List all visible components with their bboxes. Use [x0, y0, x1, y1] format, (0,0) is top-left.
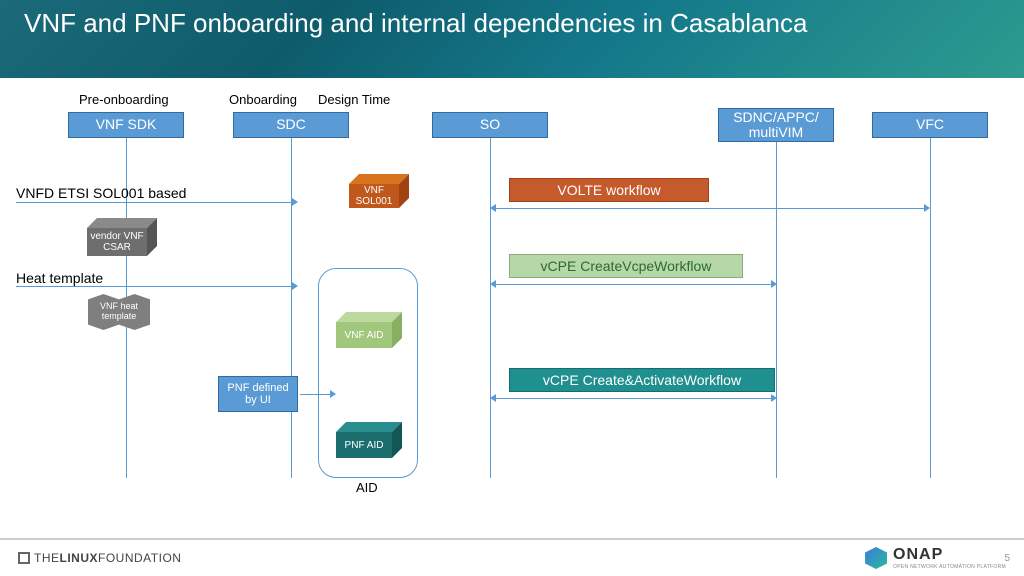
workflow-volte: VOLTE workflow	[509, 178, 709, 202]
label-heat-template: Heat template	[16, 270, 103, 286]
workflow-vcpe-create: vCPE CreateVcpeWorkflow	[509, 254, 743, 278]
lifeline-vfc	[930, 138, 931, 478]
box-vfc: VFC	[872, 112, 988, 138]
arrow-vcpe-create	[496, 284, 771, 285]
linux-square-icon	[18, 552, 30, 564]
box-pnf-ui: PNF defined by UI	[218, 376, 298, 412]
linux-the: THE	[34, 551, 60, 565]
page-number: 5	[1004, 553, 1010, 564]
lifeline-sdc	[291, 138, 292, 478]
label-vnfd-etsi: VNFD ETSI SOL001 based	[16, 185, 186, 201]
lifeline-so	[490, 138, 491, 478]
arrow-volte	[496, 208, 924, 209]
label-onboarding: Onboarding	[229, 92, 297, 107]
label-pre-onboarding: Pre-onboarding	[79, 92, 169, 107]
wave-vnf-heat: VNF heat template	[88, 294, 150, 330]
arrow-etsi-to-sdc	[16, 202, 292, 203]
onap-text: ONAP	[893, 546, 1006, 564]
arrow-vcpe-activate	[496, 398, 771, 399]
onap-hex-icon	[865, 547, 887, 569]
onap-subtitle: OPEN NETWORK AUTOMATION PLATFORM	[893, 564, 1006, 570]
arrow-heat-to-sdc	[16, 286, 292, 287]
lifeline-sdnc	[776, 142, 777, 478]
label-aid: AID	[356, 480, 378, 495]
box-sdc: SDC	[233, 112, 349, 138]
box-vnf-sdk: VNF SDK	[68, 112, 184, 138]
slide-title: VNF and PNF onboarding and internal depe…	[24, 8, 1000, 39]
diagram-area: Pre-onboarding Onboarding Design Time VN…	[0, 78, 1024, 538]
slide-header: VNF and PNF onboarding and internal depe…	[0, 0, 1024, 78]
linux-found: FOUNDATION	[98, 551, 181, 565]
linux-foundation-logo: THELINUXFOUNDATION	[18, 551, 181, 565]
arrow-pnf-ui-to-aid	[300, 394, 330, 395]
box-so: SO	[432, 112, 548, 138]
linux-main: LINUX	[60, 551, 99, 565]
footer-bar: THELINUXFOUNDATION ONAP OPEN NETWORK AUT…	[0, 538, 1024, 576]
onap-logo-block: ONAP OPEN NETWORK AUTOMATION PLATFORM	[865, 546, 1006, 570]
label-design-time: Design Time	[318, 92, 390, 107]
box-sdnc-appc: SDNC/APPC/ multiVIM	[718, 108, 834, 142]
workflow-vcpe-activate: vCPE Create&ActivateWorkflow	[509, 368, 775, 392]
